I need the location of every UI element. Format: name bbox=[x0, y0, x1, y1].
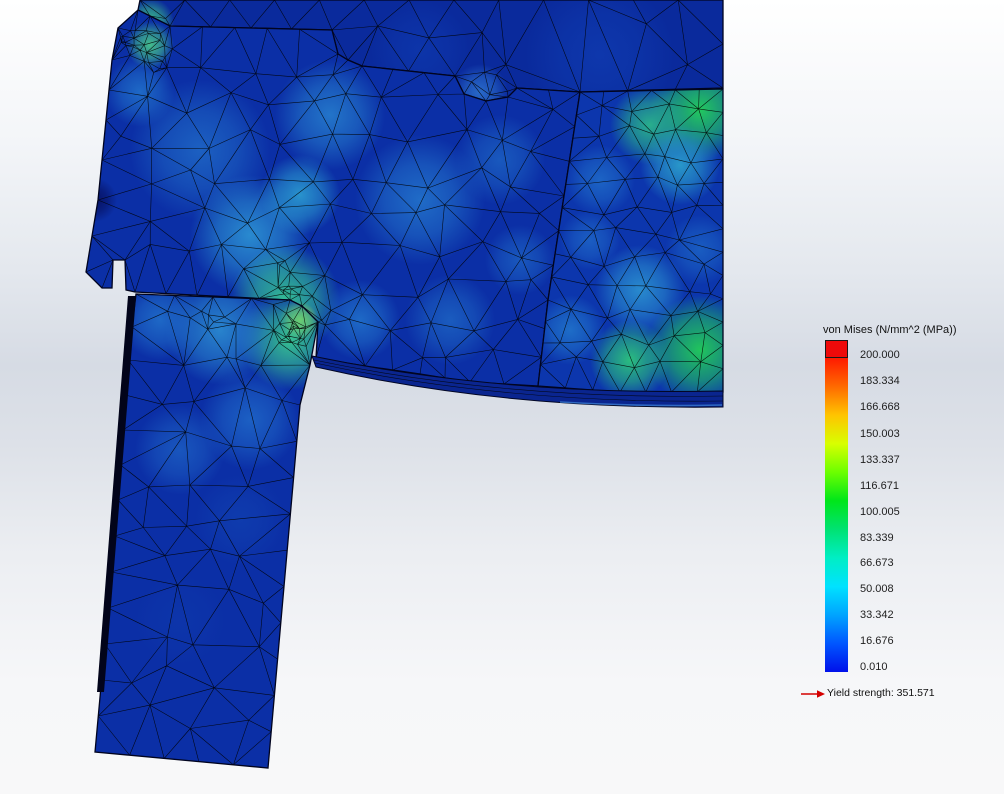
legend-tick-label: 116.671 bbox=[860, 480, 899, 492]
legend-tick-label: 166.668 bbox=[860, 401, 900, 413]
legend-tick-label: 183.334 bbox=[860, 375, 900, 387]
stress-contour bbox=[135, 405, 225, 495]
stress-contour bbox=[320, 280, 400, 360]
legend-tick-label: 33.342 bbox=[860, 609, 894, 621]
legend-tick-label: 0.010 bbox=[860, 661, 888, 673]
vertical-plate-part[interactable] bbox=[94, 275, 340, 769]
legend-tick-label: 16.676 bbox=[860, 635, 894, 647]
stress-legend[interactable]: von Mises (N/mm^2 (MPa)) 200.000 183.334… bbox=[801, 318, 995, 708]
legend-tick-label: 66.673 bbox=[860, 557, 894, 569]
legend-tick-label: 100.005 bbox=[860, 506, 900, 518]
legend-tick-label: 150.003 bbox=[860, 428, 900, 440]
legend-max-swatch bbox=[825, 340, 848, 358]
stress-contour bbox=[135, 575, 225, 665]
legend-tick-label: 200.000 bbox=[860, 349, 900, 361]
legend-color-bar bbox=[825, 358, 848, 672]
legend-tick-label: 50.008 bbox=[860, 583, 894, 595]
yield-arrow-icon bbox=[801, 690, 825, 698]
stress-contour bbox=[640, 125, 720, 205]
legend-tick-label: 83.339 bbox=[860, 532, 894, 544]
model-parts[interactable] bbox=[73, 0, 755, 769]
legend-tick-label: 133.337 bbox=[860, 454, 900, 466]
yield-strength-label: Yield strength: 351.571 bbox=[827, 687, 935, 699]
stress-contour bbox=[455, 115, 545, 205]
legend-title: von Mises (N/mm^2 (MPa)) bbox=[823, 324, 957, 336]
stress-contour bbox=[560, 210, 620, 270]
arrow-head bbox=[817, 690, 825, 698]
